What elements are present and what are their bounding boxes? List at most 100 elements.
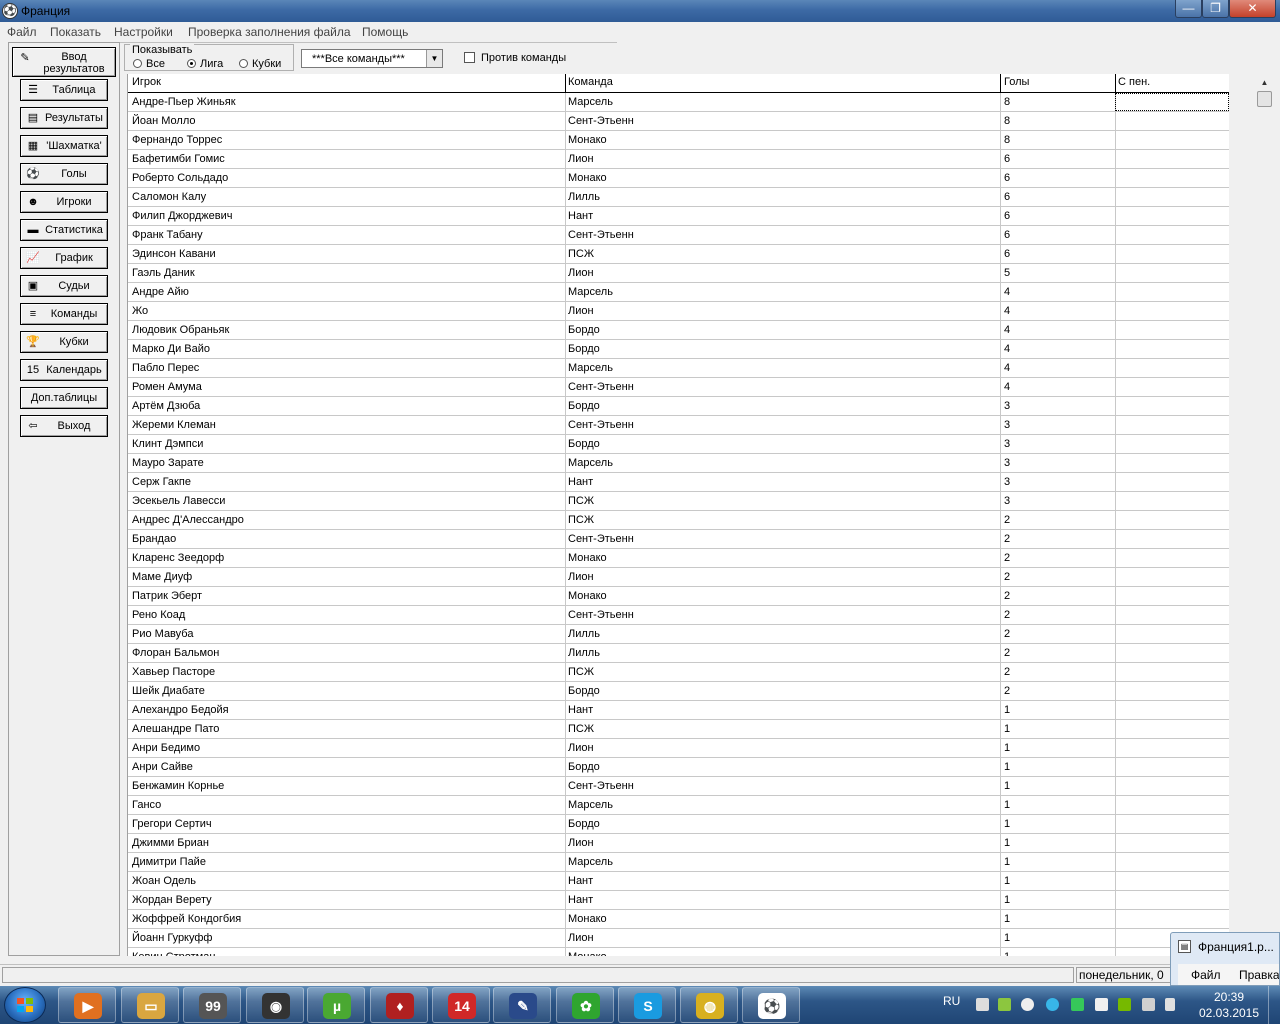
menu-file-check[interactable]: Проверка заполнения файла	[188, 25, 351, 39]
col-team[interactable]: Команда	[568, 76, 613, 88]
sidebar-button-9[interactable]: 🏆 Кубки	[20, 331, 108, 353]
table-row[interactable]: Артём Дзюба Бордо 3	[128, 397, 1229, 416]
table-row[interactable]: Йоан Молло Сент-Этьенн 8	[128, 112, 1229, 131]
col-player[interactable]: Игрок	[132, 76, 161, 88]
sidebar-button-2[interactable]: ▦ 'Шахматка'	[20, 135, 108, 157]
table-row[interactable]: Кевин Стротман Монако 1	[128, 948, 1229, 956]
taskbar-button-7[interactable]: ✎	[493, 987, 551, 1023]
table-row[interactable]: Роберто Сольдадо Монако 6	[128, 169, 1229, 188]
language-indicator[interactable]: RU	[943, 994, 960, 1008]
tray-chat-icon[interactable]	[1021, 998, 1034, 1011]
table-row[interactable]: Димитри Пайе Марсель 1	[128, 853, 1229, 872]
table-row[interactable]: Бафетимби Гомис Лион 6	[128, 150, 1229, 169]
against-team-checkbox[interactable]: Против команды	[464, 52, 566, 64]
focused-cell[interactable]	[1115, 93, 1229, 111]
sidebar-button-1[interactable]: ▤ Результаты	[20, 107, 108, 129]
show-desktop-button[interactable]	[1268, 986, 1280, 1024]
col-goals[interactable]: Голы	[1004, 76, 1029, 88]
minimize-button[interactable]: —	[1175, 0, 1202, 18]
preview-menu-edit[interactable]: Правка	[1239, 968, 1279, 982]
table-row[interactable]: Людовик Обраньяк Бордо 4	[128, 321, 1229, 340]
table-row[interactable]: Ромен Амума Сент-Этьенн 4	[128, 378, 1229, 397]
tray-messenger-icon[interactable]	[1071, 998, 1084, 1011]
menu-file[interactable]: Файл	[7, 25, 37, 39]
table-row[interactable]: Мауро Зарате Марсель 3	[128, 454, 1229, 473]
table-row[interactable]: Пабло Перес Марсель 4	[128, 359, 1229, 378]
table-row[interactable]: Гаэль Даник Лион 5	[128, 264, 1229, 283]
close-button[interactable]: ✕	[1229, 0, 1276, 18]
table-row[interactable]: Марко Ди Вайо Бордо 4	[128, 340, 1229, 359]
table-row[interactable]: Гансо Марсель 1	[128, 796, 1229, 815]
table-row[interactable]: Алехандро Бедойя Нант 1	[128, 701, 1229, 720]
enter-results-button[interactable]: ✎ Ввод результатов	[12, 47, 116, 77]
sidebar-button-4[interactable]: ☻ Игроки	[20, 191, 108, 213]
table-row[interactable]: Жо Лион 4	[128, 302, 1229, 321]
chevron-down-icon[interactable]: ▼	[426, 50, 442, 67]
table-row[interactable]: Патрик Эберт Монако 2	[128, 587, 1229, 606]
tray-app-icon[interactable]	[998, 998, 1011, 1011]
team-select[interactable]: ***Все команды*** ▼	[301, 49, 443, 68]
taskbar-button-1[interactable]: ▭	[121, 987, 179, 1023]
taskbar-button-4[interactable]: µ	[307, 987, 365, 1023]
table-row[interactable]: Йоанн Гуркуфф Лион 1	[128, 929, 1229, 948]
sidebar-button-0[interactable]: ☰ Таблица	[20, 79, 108, 101]
tray-doc-icon[interactable]	[1095, 998, 1108, 1011]
clock[interactable]: 20:39 02.03.2015	[1198, 989, 1260, 1021]
table-row[interactable]: Кларенс Зеедорф Монако 2	[128, 549, 1229, 568]
sidebar-button-8[interactable]: ≡ Команды	[20, 303, 108, 325]
scroll-up-icon[interactable]: ▲	[1256, 74, 1273, 91]
table-row[interactable]: Серж Гакпе Нант 3	[128, 473, 1229, 492]
sidebar-button-5[interactable]: ▬ Статистика	[20, 219, 108, 241]
table-row[interactable]: Эдинсон Кавани ПСЖ 6	[128, 245, 1229, 264]
tray-nvidia-icon[interactable]	[1118, 998, 1131, 1011]
table-row[interactable]: Филип Джорджевич Нант 6	[128, 207, 1229, 226]
sidebar-button-12[interactable]: ⇦ Выход	[20, 415, 108, 437]
table-row[interactable]: Андрес Д'Алессандро ПСЖ 2	[128, 511, 1229, 530]
taskbar-button-3[interactable]: ◉	[246, 987, 304, 1023]
taskbar-button-11[interactable]: ⚽	[742, 987, 800, 1023]
file-window-preview[interactable]: ▤ Франция1.р... Файл Правка	[1170, 932, 1280, 986]
radio-all[interactable]: Все	[133, 58, 165, 70]
radio-cups[interactable]: Кубки	[239, 58, 281, 70]
table-row[interactable]: Рено Коад Сент-Этьенн 2	[128, 606, 1229, 625]
scroll-thumb[interactable]	[1257, 91, 1272, 107]
table-row[interactable]: Маме Диуф Лион 2	[128, 568, 1229, 587]
start-button[interactable]	[4, 987, 46, 1023]
table-row[interactable]: Флоран Бальмон Лилль 2	[128, 644, 1229, 663]
table-row[interactable]: Клинт Дэмпси Бордо 3	[128, 435, 1229, 454]
taskbar-button-0[interactable]: ▶	[58, 987, 116, 1023]
table-row[interactable]: Жереми Клеман Сент-Этьенн 3	[128, 416, 1229, 435]
table-row[interactable]: Грегори Сертич Бордо 1	[128, 815, 1229, 834]
table-row[interactable]: Бенжамин Корнье Сент-Этьенн 1	[128, 777, 1229, 796]
sidebar-button-6[interactable]: 📈 График	[20, 247, 108, 269]
taskbar-button-9[interactable]: S	[618, 987, 676, 1023]
table-row[interactable]: Хавьер Пасторе ПСЖ 2	[128, 663, 1229, 682]
table-row[interactable]: Джимми Бриан Лион 1	[128, 834, 1229, 853]
tray-browser-icon[interactable]	[1046, 998, 1059, 1011]
vertical-scrollbar[interactable]: ▲	[1256, 74, 1273, 956]
table-row[interactable]: Алешандре Пато ПСЖ 1	[128, 720, 1229, 739]
action-center-flag-icon[interactable]	[1165, 998, 1175, 1011]
taskbar-button-6[interactable]: 14	[432, 987, 490, 1023]
sidebar-button-7[interactable]: ▣ Судьи	[20, 275, 108, 297]
maximize-button[interactable]: ❐	[1202, 0, 1229, 18]
table-row[interactable]: Брандао Сент-Этьенн 2	[128, 530, 1229, 549]
scorers-table[interactable]: Игрок Команда Голы С пен. Андре-Пьер Жин…	[127, 74, 1229, 956]
table-row[interactable]: Саломон Калу Лилль 6	[128, 188, 1229, 207]
col-penalties[interactable]: С пен.	[1118, 76, 1150, 88]
radio-league[interactable]: Лига	[187, 58, 223, 70]
preview-menu-file[interactable]: Файл	[1191, 968, 1221, 982]
taskbar-button-2[interactable]: 99	[183, 987, 241, 1023]
table-row[interactable]: Рио Мавуба Лилль 2	[128, 625, 1229, 644]
sidebar-button-10[interactable]: 15 Календарь	[20, 359, 108, 381]
sidebar-button-11[interactable]: Доп.таблицы	[20, 387, 108, 409]
table-row[interactable]: Фернандо Торрес Монако 8	[128, 131, 1229, 150]
table-row[interactable]: Жордан Верету Нант 1	[128, 891, 1229, 910]
tray-device-icon[interactable]	[976, 998, 989, 1011]
table-row[interactable]: Жоффрей Кондогбия Монако 1	[128, 910, 1229, 929]
table-row[interactable]: Франк Табану Сент-Этьенн 6	[128, 226, 1229, 245]
taskbar-button-8[interactable]: ✿	[556, 987, 614, 1023]
sidebar-button-3[interactable]: ⚽ Голы	[20, 163, 108, 185]
menu-show[interactable]: Показать	[50, 25, 101, 39]
menu-help[interactable]: Помощь	[362, 25, 408, 39]
